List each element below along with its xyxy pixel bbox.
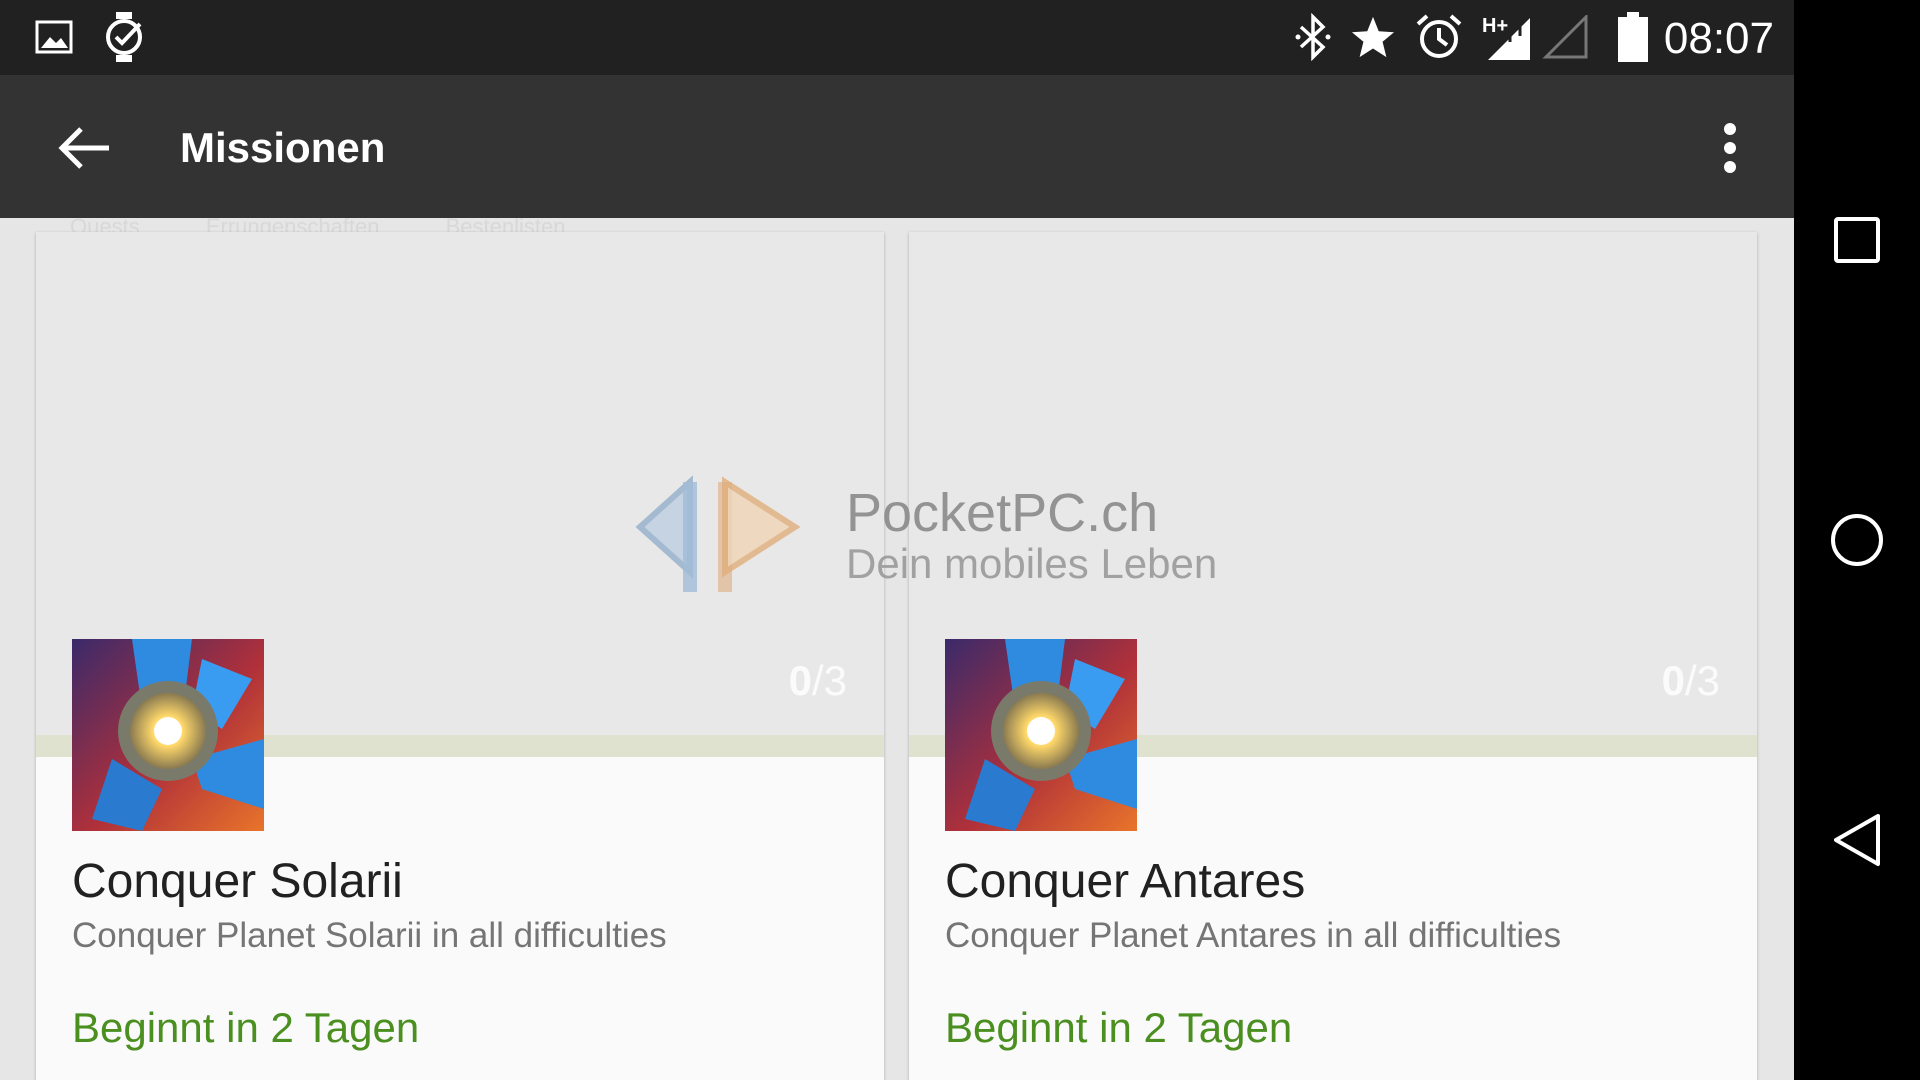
recents-button[interactable] [1817, 200, 1897, 280]
progress-total: /3 [811, 657, 847, 704]
signal-empty-icon [1542, 12, 1588, 62]
mission-description: Conquer Planet Antares in all difficulti… [945, 916, 1562, 955]
alarm-icon [1415, 12, 1463, 62]
game-art-icon [945, 639, 1137, 831]
overflow-menu-button[interactable] [1705, 115, 1755, 180]
star-icon [1350, 12, 1396, 62]
mission-description: Conquer Planet Solarii in all difficulti… [72, 916, 667, 955]
progress-total: /3 [1684, 657, 1720, 704]
recents-icon [1834, 217, 1880, 263]
navigation-bar [1794, 0, 1920, 1080]
mission-card[interactable]: 0/3 Conquer Solarii Conquer Planet Solar… [36, 232, 884, 1080]
mission-status: Beginnt in 2 Tagen [72, 1004, 420, 1051]
home-icon [1831, 514, 1883, 566]
system-back-button[interactable] [1817, 800, 1897, 880]
game-thumbnail [72, 639, 264, 831]
screen: H+ 08:07 Missionen Quests Errungenschaft… [0, 0, 1794, 1080]
back-button[interactable] [52, 112, 116, 184]
game-thumbnail [945, 639, 1137, 831]
arrow-left-icon [58, 127, 109, 169]
bluetooth-icon [1295, 12, 1331, 62]
clock: 08:07 [1663, 14, 1774, 63]
battery-icon [1616, 12, 1650, 62]
back-triangle-icon [1834, 814, 1880, 866]
progress-done: 0 [1661, 657, 1685, 704]
network-type-label: H+ [1482, 15, 1508, 37]
progress-done: 0 [788, 657, 812, 704]
watch-check-icon [103, 12, 147, 62]
progress-count: 0/3 [789, 657, 847, 705]
mission-card[interactable]: 0/3 Conquer Antares Conquer Planet Antar… [909, 232, 1757, 1080]
mission-title: Conquer Solarii [72, 855, 403, 908]
more-vert-icon [1724, 122, 1736, 173]
signal-hplus-icon: H+ [1480, 12, 1532, 62]
game-art-icon [72, 639, 264, 831]
mission-status: Beginnt in 2 Tagen [945, 1004, 1293, 1051]
mission-title: Conquer Antares [945, 855, 1306, 908]
page-title: Missionen [180, 124, 386, 171]
progress-count: 0/3 [1662, 657, 1720, 705]
status-bar: H+ 08:07 [0, 0, 1794, 75]
home-button[interactable] [1817, 500, 1897, 580]
gallery-icon [34, 12, 74, 62]
